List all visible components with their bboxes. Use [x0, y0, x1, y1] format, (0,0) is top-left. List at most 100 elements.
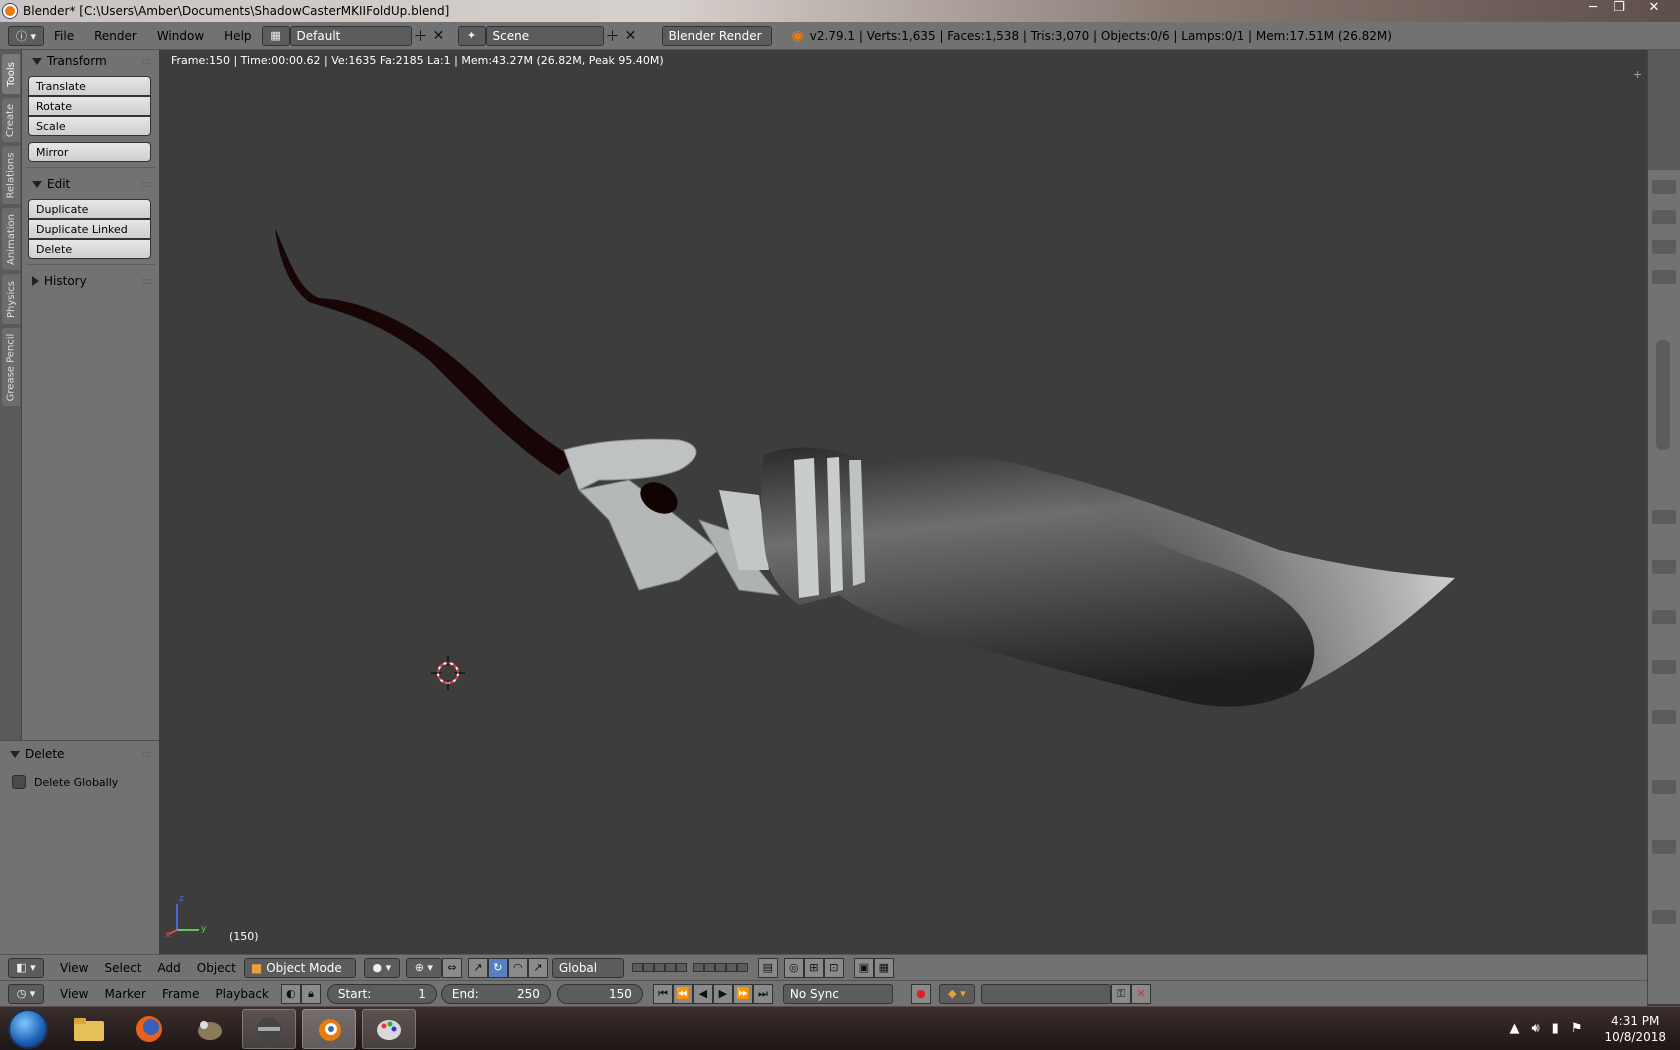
start-frame-field[interactable]: Start: 1 — [326, 983, 437, 1004]
edit-panel-header[interactable]: Edit :::: — [22, 173, 159, 195]
panel-toggle-icon[interactable] — [1652, 710, 1676, 724]
rotate-button[interactable]: Rotate — [28, 96, 151, 116]
keying-icon[interactable]: ◆ ▾ — [938, 983, 975, 1004]
clock[interactable]: 4:31 PM 10/8/2018 — [1604, 1013, 1666, 1045]
delete-button[interactable]: Delete — [28, 239, 151, 259]
render-preview-icon[interactable]: ▣ — [853, 957, 874, 978]
editor-type-timeline-icon[interactable]: ◷ ▾ — [8, 983, 44, 1004]
duplicate-linked-button[interactable]: Duplicate Linked — [28, 219, 151, 239]
drag-grip-icon[interactable]: :::: — [142, 56, 153, 67]
operator-panel-header[interactable]: Delete :::: — [0, 743, 159, 765]
menu-playback[interactable]: Playback — [215, 987, 269, 1001]
scale-button[interactable]: Scale — [28, 116, 151, 136]
tab-animation[interactable]: Animation — [2, 208, 20, 270]
layer-buttons[interactable] — [631, 963, 748, 972]
current-frame-field[interactable]: 150 — [556, 983, 643, 1004]
tab-physics[interactable]: Physics — [2, 274, 20, 324]
panel-toggle-icon[interactable] — [1652, 910, 1676, 924]
keying-set-field[interactable] — [980, 983, 1111, 1004]
tab-tools[interactable]: Tools — [2, 54, 20, 94]
delete-globally-option[interactable]: Delete Globally — [12, 775, 159, 789]
remove-scene-icon[interactable]: ✕ — [622, 27, 640, 45]
tab-relations[interactable]: Relations — [2, 146, 20, 204]
drag-grip-icon[interactable]: :::: — [142, 179, 153, 190]
manipulator-extra-icon[interactable]: ↗ — [527, 957, 548, 978]
menu-view[interactable]: View — [60, 961, 88, 975]
jump-start-icon[interactable]: ⏮ — [652, 983, 673, 1004]
action-center-flag-icon[interactable]: ⚑ — [1571, 1021, 1583, 1036]
menu-select[interactable]: Select — [104, 961, 141, 975]
add-screen-icon[interactable]: ＋ — [412, 27, 430, 45]
blender-taskbar-icon[interactable] — [302, 1008, 356, 1049]
panel-toggle-icon[interactable] — [1652, 510, 1676, 524]
menu-object[interactable]: Object — [197, 961, 236, 975]
scene-select[interactable]: Scene — [485, 25, 604, 46]
editor-type-3d-icon[interactable]: ◧ ▾ — [8, 957, 44, 978]
paint-icon[interactable] — [362, 1008, 416, 1049]
panel-toggle-icon[interactable] — [1652, 780, 1676, 794]
duplicate-button[interactable]: Duplicate — [28, 199, 151, 219]
rotate-manipulator-icon[interactable]: ↻ — [487, 957, 508, 978]
menu-render[interactable]: Render — [94, 29, 137, 43]
gimp-icon[interactable] — [182, 1009, 236, 1049]
3d-cursor-icon[interactable] — [431, 656, 465, 690]
properties-scrollbar[interactable] — [1656, 340, 1670, 450]
outliner-area[interactable] — [1648, 50, 1680, 170]
delete-globally-checkbox[interactable] — [12, 775, 26, 789]
record-icon[interactable]: ● — [910, 983, 931, 1004]
end-frame-field[interactable]: End: 250 — [440, 983, 551, 1004]
drag-grip-icon[interactable]: :::: — [142, 276, 153, 287]
render-tab-icon[interactable] — [1652, 180, 1676, 194]
panel-toggle-icon[interactable] — [1652, 660, 1676, 674]
transform-panel-header[interactable]: Transform :::: — [22, 50, 159, 72]
jump-end-icon[interactable]: ⏭ — [752, 983, 773, 1004]
proportional-edit-icon[interactable]: ◎ — [783, 957, 804, 978]
drag-grip-icon[interactable]: :::: — [142, 749, 153, 760]
play-reverse-icon[interactable]: ◀ — [692, 983, 713, 1004]
world-tab-icon[interactable] — [1652, 240, 1676, 254]
preview-range-icon[interactable]: ◐ — [280, 983, 301, 1004]
volume-icon[interactable]: 🔊︎ — [1531, 1021, 1539, 1036]
snap-icon[interactable]: ⊞ — [803, 957, 824, 978]
jump-keyframe-back-icon[interactable]: ⏪ — [672, 983, 693, 1004]
corner-widget-icon[interactable]: + — [1633, 68, 1642, 81]
sync-mode-select[interactable]: No Sync — [782, 983, 893, 1004]
scene-tab-icon[interactable] — [1652, 210, 1676, 224]
delete-keyframe-icon[interactable]: ✕ — [1130, 983, 1151, 1004]
editor-type-info-icon[interactable]: ⓘ ▾ — [8, 25, 44, 46]
menu-add[interactable]: Add — [158, 961, 181, 975]
file-explorer-icon[interactable] — [62, 1009, 116, 1049]
mirror-button[interactable]: Mirror — [28, 142, 151, 162]
add-scene-icon[interactable]: ＋ — [604, 27, 622, 45]
panel-toggle-icon[interactable] — [1652, 840, 1676, 854]
tab-create[interactable]: Create — [2, 98, 20, 142]
jump-keyframe-forward-icon[interactable]: ⏩ — [732, 983, 753, 1004]
object-tab-icon[interactable] — [1652, 270, 1676, 284]
opengl-render-icon[interactable]: ▦ — [873, 957, 894, 978]
minimize-button[interactable]: ─ — [1580, 0, 1606, 18]
menu-window[interactable]: Window — [157, 29, 204, 43]
snap-target-icon[interactable]: ⊡ — [823, 957, 844, 978]
remove-screen-icon[interactable]: ✕ — [430, 27, 448, 45]
translate-button[interactable]: Translate — [28, 76, 151, 96]
history-panel-header[interactable]: History :::: — [22, 270, 159, 292]
screen-layout-icon[interactable]: ▦ — [261, 25, 290, 46]
menu-marker[interactable]: Marker — [104, 987, 145, 1001]
menu-help[interactable]: Help — [224, 29, 251, 43]
maximize-button[interactable]: ❐ — [1606, 0, 1632, 18]
menu-timeline-view[interactable]: View — [60, 987, 88, 1001]
mode-select[interactable]: ■ Object Mode — [243, 957, 356, 978]
manipulator-toggle-icon[interactable]: ⇔ — [441, 957, 462, 978]
insert-keyframe-icon[interactable]: ⚿ — [1110, 983, 1131, 1004]
scale-manipulator-icon[interactable]: ◠ — [507, 957, 528, 978]
panel-toggle-icon[interactable] — [1652, 610, 1676, 624]
tab-grease-pencil[interactable]: Grease Pencil — [2, 328, 20, 406]
3d-viewport[interactable]: Frame:150 | Time:00:00.62 | Ve:1635 Fa:2… — [159, 50, 1647, 954]
broom-model[interactable]: + — [159, 50, 1647, 954]
scene-icon[interactable]: ✦ — [457, 25, 486, 46]
menu-file[interactable]: File — [54, 29, 74, 43]
close-button[interactable]: ✕ — [1632, 0, 1676, 18]
start-button[interactable] — [8, 1008, 48, 1049]
panel-toggle-icon[interactable] — [1652, 560, 1676, 574]
screen-layout-select[interactable]: Default — [289, 25, 412, 46]
